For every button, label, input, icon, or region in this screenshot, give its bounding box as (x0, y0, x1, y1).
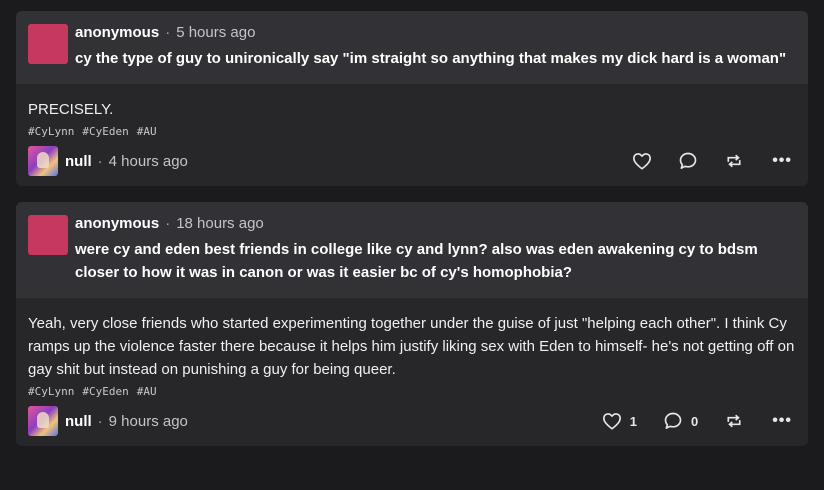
tag[interactable]: #CyLynn (28, 385, 74, 398)
tag[interactable]: #CyLynn (28, 125, 74, 138)
author-avatar[interactable] (28, 406, 58, 436)
tag[interactable]: #CyEden (82, 125, 128, 138)
like-button[interactable]: 1 (602, 412, 637, 430)
reply-count: 0 (690, 413, 699, 429)
separator-dot: · (165, 24, 171, 41)
ask-timestamp[interactable]: 5 hours ago (176, 24, 255, 41)
more-options-button[interactable]: ••• (772, 413, 792, 429)
tag[interactable]: #AU (137, 125, 157, 138)
asker-name: anonymous (75, 24, 160, 41)
heart-icon (602, 413, 621, 430)
answer-text: PRECISELY. (28, 101, 114, 118)
anonymous-avatar (28, 215, 68, 255)
post-card: anonymous · 5 hours ago cy the type of guy… (16, 11, 808, 186)
separator-dot: · (97, 412, 103, 430)
answer-text: Yeah, very close friends who started exp… (28, 315, 795, 378)
author-avatar[interactable] (28, 146, 58, 176)
repost-icon (727, 414, 741, 428)
repost-icon (727, 154, 741, 168)
ask-box: anonymous · 18 hours ago were cy and eden … (16, 202, 808, 298)
ask-header: anonymous · 5 hours ago (75, 23, 794, 43)
author-name[interactable]: null (65, 413, 92, 430)
tag[interactable]: #AU (137, 385, 157, 398)
post-actions: ••• (606, 151, 792, 171)
post-footer: null · 4 hours ago ••• (16, 138, 808, 186)
ask-timestamp[interactable]: 18 hours ago (176, 215, 264, 232)
speech-bubble-icon (679, 152, 697, 169)
more-options-button[interactable]: ••• (772, 153, 792, 169)
post-feed: anonymous · 5 hours ago cy the type of guy… (16, 11, 808, 462)
tag[interactable]: #CyEden (82, 385, 128, 398)
post-footer: null · 9 hours ago 1 0 ••• (16, 398, 808, 446)
ask-box: anonymous · 5 hours ago cy the type of guy… (16, 11, 808, 84)
heart-icon (633, 153, 652, 170)
ask-question: were cy and eden best friends in college… (75, 241, 758, 281)
separator-dot: · (97, 152, 103, 170)
post-timestamp[interactable]: 9 hours ago (109, 413, 188, 430)
ask-question: cy the type of guy to unironically say "… (75, 50, 787, 67)
author-name[interactable]: null (65, 153, 92, 170)
ask-header: anonymous · 18 hours ago (75, 214, 794, 234)
separator-dot: · (165, 215, 171, 232)
speech-bubble-icon (664, 412, 682, 429)
tag-list: #CyLynn #CyEden #AU (16, 121, 808, 138)
reblog-button[interactable] (724, 152, 744, 170)
post-card: anonymous · 18 hours ago were cy and eden … (16, 202, 808, 446)
reblog-button[interactable] (724, 412, 744, 430)
like-count: 1 (629, 413, 637, 429)
like-button[interactable] (632, 152, 652, 170)
anonymous-avatar (28, 24, 68, 64)
tag-list: #CyLynn #CyEden #AU (16, 381, 808, 398)
post-actions: 1 0 ••• (576, 411, 792, 431)
reply-button[interactable] (678, 151, 698, 171)
asker-name: anonymous (75, 215, 160, 232)
post-timestamp[interactable]: 4 hours ago (109, 153, 188, 170)
reply-button[interactable]: 0 (663, 411, 698, 431)
